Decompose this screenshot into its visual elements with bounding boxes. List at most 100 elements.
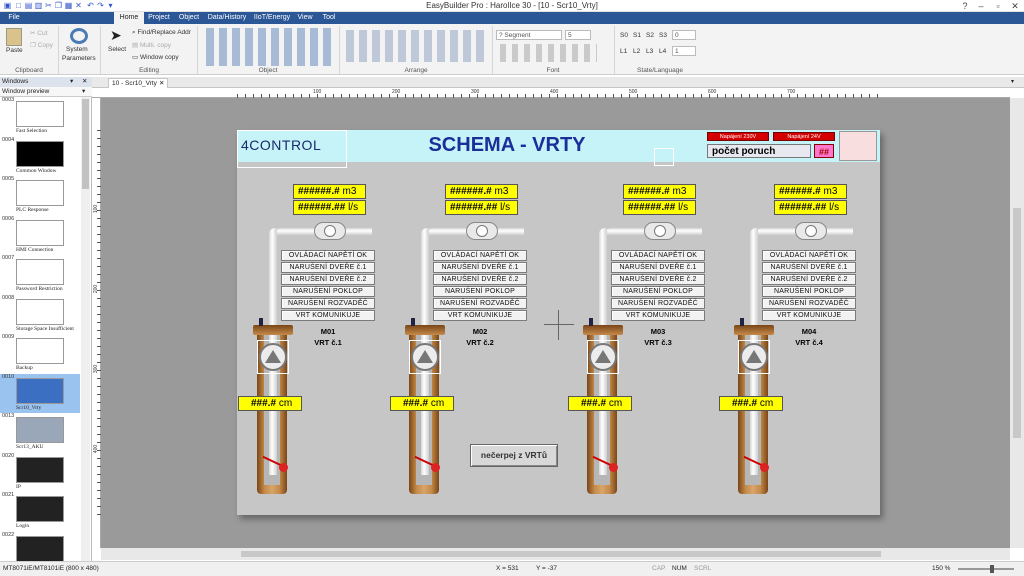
cut-button[interactable]: ✂ Cut xyxy=(30,29,47,37)
parameters-label[interactable]: Parameters xyxy=(62,55,96,62)
window-preview-item[interactable]: 0006 HMI Connection xyxy=(0,216,80,255)
pump-arrow-icon xyxy=(265,350,281,363)
tab-project[interactable]: Project xyxy=(144,12,174,24)
window-preview-item[interactable]: 0020 IP xyxy=(0,453,80,492)
horizontal-ruler: 100 200 300 400 500 600 700 xyxy=(92,89,1010,98)
pump-icon[interactable] xyxy=(589,343,617,371)
ruler-label: 600 xyxy=(708,89,717,95)
close-button[interactable]: ✕ xyxy=(1007,0,1023,12)
ruler-label: 700 xyxy=(787,89,796,95)
well-name-label: VRT č.3 xyxy=(644,338,672,347)
water-level-display: ###.# cm xyxy=(568,396,632,411)
tab-scr10-vrty[interactable]: 10 - Scr10_Vrty ✕ xyxy=(108,78,168,88)
horizontal-scroll-thumb[interactable] xyxy=(241,551,881,557)
vertical-scrollbar[interactable] xyxy=(1010,98,1024,548)
vertical-scroll-thumb[interactable] xyxy=(1013,208,1021,438)
language-value-input[interactable]: 1 xyxy=(672,46,696,56)
state-s2[interactable]: S2 xyxy=(646,32,654,39)
window-name: Fast Selection xyxy=(16,128,48,134)
font-name-select[interactable]: ? Segment xyxy=(496,30,562,40)
window-preview-item[interactable]: 0007 Password Restriction xyxy=(0,255,80,294)
system-label[interactable]: System xyxy=(66,46,88,53)
status-indicator: NARUŠENÍ POKLOP xyxy=(281,286,375,297)
language-l4[interactable]: L4 xyxy=(659,48,666,55)
well-name-label: VRT č.2 xyxy=(466,338,494,347)
copy-button[interactable]: ❐ Copy xyxy=(30,41,53,49)
pump-icon[interactable] xyxy=(259,343,287,371)
language-l1[interactable]: L1 xyxy=(620,48,627,55)
window-preview-item[interactable]: 0013 Scr13_AKU xyxy=(0,413,80,452)
arrange-tools-icons[interactable] xyxy=(344,30,489,62)
tab-view[interactable]: View xyxy=(293,12,317,24)
select-button[interactable]: Select xyxy=(108,46,126,53)
language-l3[interactable]: L3 xyxy=(646,48,653,55)
window-name: Scr10_Vrty xyxy=(16,404,42,411)
pin-icon[interactable]: ▾ xyxy=(70,77,73,87)
level-probe-icon xyxy=(431,463,440,472)
window-name: PLC Response xyxy=(16,207,49,213)
state-s3[interactable]: S3 xyxy=(659,32,667,39)
select-pointer-icon[interactable]: ➤ xyxy=(110,28,122,42)
window-preview-item[interactable]: 0022 xyxy=(0,532,80,561)
find-replace-button[interactable]: ⌕ Find/Replace Addr xyxy=(132,29,191,37)
panel-scroll-thumb[interactable] xyxy=(82,99,89,189)
state-s1[interactable]: S1 xyxy=(633,32,641,39)
flow-volume-unit: m3 xyxy=(494,186,509,197)
window-preview-item[interactable]: 0010 Scr10_Vrty xyxy=(0,373,80,413)
ruler-label: 500 xyxy=(629,89,638,95)
font-size-select[interactable]: 5 xyxy=(565,30,591,40)
tab-file[interactable]: File xyxy=(0,12,28,24)
status-indicator: NARUŠENÍ DVEŘE č.1 xyxy=(281,262,375,273)
state-s0[interactable]: S0 xyxy=(620,32,628,39)
easybuilder-window: ▣ □ ▤ ▥ ✂ ❐ ▦ ✕ ↶ ↷ ▾ EasyBuilder Pro : … xyxy=(0,0,1024,576)
pump-icon[interactable] xyxy=(740,343,768,371)
flow-volume-value: ######.# xyxy=(298,186,340,197)
help-icon[interactable]: ? xyxy=(957,0,973,12)
window-preview-item[interactable]: 0004 Common Window xyxy=(0,137,80,176)
maximize-button[interactable]: ▫ xyxy=(990,0,1006,12)
window-preview-item[interactable]: 0021 Login xyxy=(0,492,80,531)
state-value-input[interactable]: 0 xyxy=(672,30,696,40)
alarm-indicator[interactable] xyxy=(839,131,877,161)
well-valve xyxy=(589,318,593,326)
flow-meter-icon xyxy=(795,222,827,240)
close-tab-icon[interactable]: ✕ xyxy=(159,79,164,88)
minimize-button[interactable]: – xyxy=(973,0,989,12)
crosshair-h xyxy=(544,324,574,325)
lamp-24v: Napájení 24V xyxy=(773,132,835,141)
window-preview-item[interactable]: 0008 Storage Space Insufficient xyxy=(0,295,80,334)
paste-button[interactable]: Paste xyxy=(6,47,23,54)
tab-home[interactable]: Home xyxy=(114,12,144,24)
window-copy-button[interactable]: ▭ Window copy xyxy=(132,53,179,61)
flow-rate-unit: l/s xyxy=(829,202,840,213)
zoom-slider[interactable] xyxy=(958,568,1014,570)
horizontal-scrollbar[interactable] xyxy=(101,548,1010,560)
meter-dial xyxy=(476,225,488,237)
pump-icon[interactable] xyxy=(411,343,439,371)
tab-iiot-energy[interactable]: IIoT/Energy xyxy=(251,12,293,24)
window-thumbnail xyxy=(16,417,64,443)
close-icon[interactable]: ✕ xyxy=(82,77,87,87)
window-preview-item[interactable]: 0003 Fast Selection xyxy=(0,97,80,136)
window-preview-item[interactable]: 0005 PLC Response xyxy=(0,176,80,215)
stop-pumping-button[interactable]: nečerpej z VRTů xyxy=(470,444,558,467)
panel-scrollbar[interactable] xyxy=(81,97,90,561)
paste-icon[interactable] xyxy=(6,28,22,46)
tab-object[interactable]: Object xyxy=(174,12,204,24)
tab-data-history[interactable]: Data/History xyxy=(204,12,250,24)
window-number: 0020 xyxy=(2,452,15,459)
language-l2[interactable]: L2 xyxy=(633,48,640,55)
font-style-icons[interactable] xyxy=(497,44,597,62)
multi-copy-button[interactable]: ▤ Multi. copy xyxy=(132,41,171,49)
window-preview-dropdown[interactable]: Window preview ▾ xyxy=(0,87,92,97)
cursor-y: Y = -37 xyxy=(536,565,558,572)
object-toolbox-icons[interactable] xyxy=(203,28,333,66)
tab-dropdown-icon[interactable]: ▾ xyxy=(1011,78,1014,85)
vruler-label: 400 xyxy=(93,444,100,454)
zoom-slider-thumb[interactable] xyxy=(990,565,994,573)
system-parameters-icon[interactable] xyxy=(70,28,88,44)
status-indicator: NARUŠENÍ POKLOP xyxy=(611,286,705,297)
window-preview-item[interactable]: 0009 Backup xyxy=(0,334,80,373)
flow-volume-display: ######.# m3 xyxy=(623,184,696,199)
tab-tool[interactable]: Tool xyxy=(318,12,340,24)
